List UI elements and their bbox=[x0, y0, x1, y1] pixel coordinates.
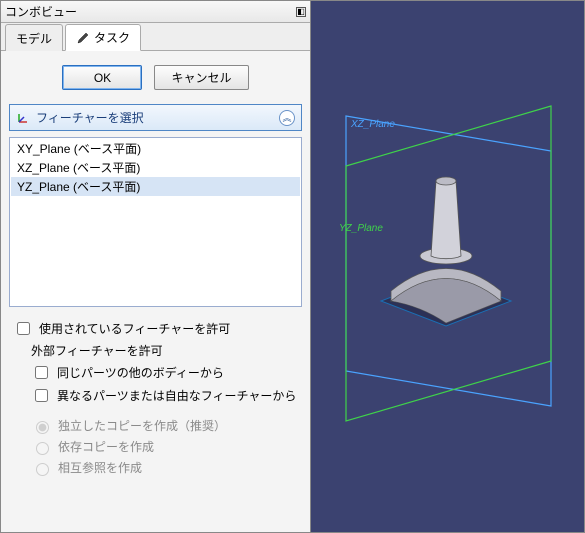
checkbox-input[interactable] bbox=[35, 366, 48, 379]
combo-view-panel: コンボビュー ◧ モデル タスク OK キャンセル bbox=[1, 1, 311, 532]
radio-label: 相互参照を作成 bbox=[58, 459, 142, 476]
tab-task-label: タスク bbox=[94, 29, 130, 46]
radio-input bbox=[36, 463, 49, 476]
radio-label: 独立したコピーを作成（推奨） bbox=[58, 417, 226, 434]
xz-plane-label: XZ_Plane bbox=[351, 119, 395, 130]
plane-listbox[interactable]: XY_Plane (ベース平面) XZ_Plane (ベース平面) YZ_Pla… bbox=[9, 137, 302, 307]
tab-model[interactable]: モデル bbox=[5, 24, 63, 51]
from-other-bodies-checkbox[interactable]: 同じパーツの他のボディーから bbox=[9, 361, 302, 384]
cross-reference-radio: 相互参照を作成 bbox=[9, 457, 302, 478]
checkbox-label: 異なるパーツまたは自由なフィーチャーから bbox=[57, 387, 296, 404]
section-title: フィーチャーを選択 bbox=[36, 109, 144, 126]
ok-button[interactable]: OK bbox=[62, 65, 142, 90]
copy-dependent-radio: 依存コピーを作成 bbox=[9, 436, 302, 457]
copy-independent-radio: 独立したコピーを作成（推奨） bbox=[9, 415, 302, 436]
origin-icon bbox=[16, 111, 30, 125]
checkbox-label: 使用されているフィーチャーを許可 bbox=[39, 320, 230, 337]
part-cylinder bbox=[431, 179, 461, 259]
tab-bar: モデル タスク bbox=[1, 23, 310, 51]
checkbox-input[interactable] bbox=[17, 322, 30, 335]
pencil-icon bbox=[76, 31, 90, 45]
allow-used-checkbox[interactable]: 使用されているフィーチャーを許可 bbox=[9, 317, 302, 340]
tab-model-label: モデル bbox=[16, 30, 52, 47]
dialog-buttons: OK キャンセル bbox=[1, 51, 310, 104]
3d-viewport[interactable]: XZ_Plane YZ_Plane bbox=[311, 1, 584, 532]
from-other-parts-checkbox[interactable]: 異なるパーツまたは自由なフィーチャーから bbox=[9, 384, 302, 407]
panel-titlebar: コンボビュー ◧ bbox=[1, 1, 310, 23]
list-item[interactable]: YZ_Plane (ベース平面) bbox=[11, 177, 300, 196]
checkbox-label: 同じパーツの他のボディーから bbox=[57, 364, 224, 381]
part-cylinder-top bbox=[436, 177, 456, 185]
tab-task[interactable]: タスク bbox=[65, 24, 141, 51]
checkbox-input[interactable] bbox=[35, 389, 48, 402]
yz-plane-label: YZ_Plane bbox=[339, 223, 383, 234]
collapse-icon[interactable]: ︽ bbox=[279, 110, 295, 126]
panel-title-text: コンボビュー bbox=[5, 3, 77, 20]
radio-input bbox=[36, 442, 49, 455]
feature-select-section: フィーチャーを選択 ︽ XY_Plane (ベース平面) XZ_Plane (ベ… bbox=[9, 104, 302, 478]
radio-input bbox=[36, 421, 49, 434]
external-features-label: 外部フィーチャーを許可 bbox=[9, 340, 302, 361]
list-item[interactable]: XY_Plane (ベース平面) bbox=[11, 139, 300, 158]
list-item[interactable]: XZ_Plane (ベース平面) bbox=[11, 158, 300, 177]
radio-label: 依存コピーを作成 bbox=[58, 438, 154, 455]
section-header[interactable]: フィーチャーを選択 ︽ bbox=[9, 104, 302, 131]
undock-icon[interactable]: ◧ bbox=[296, 7, 306, 17]
cancel-button[interactable]: キャンセル bbox=[154, 65, 248, 90]
